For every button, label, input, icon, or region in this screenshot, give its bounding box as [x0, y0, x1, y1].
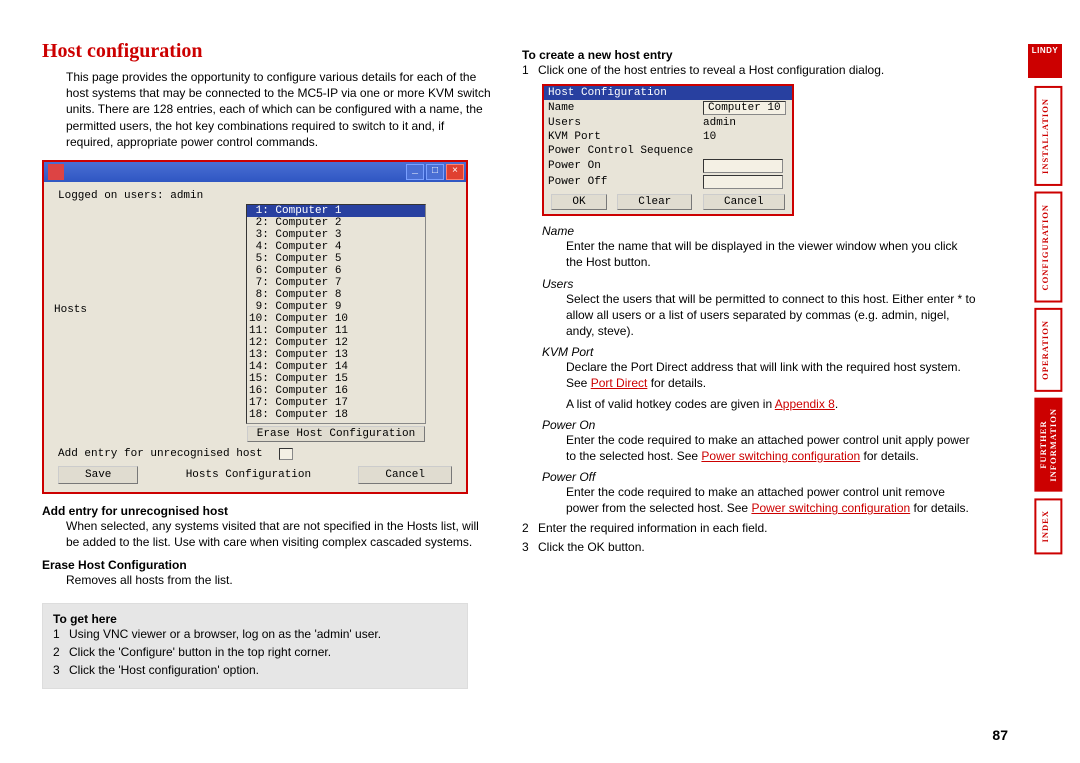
help-name-body: Enter the name that will be displayed in…: [566, 238, 977, 270]
field-label-kvm: KVM Port: [548, 131, 703, 143]
help-users-body: Select the users that will be permitted …: [566, 291, 977, 340]
page-title: Host configuration: [42, 40, 492, 63]
hosts-list-item[interactable]: 6: Computer 6: [247, 265, 425, 277]
hosts-list-item[interactable]: 1: Computer 1: [247, 205, 425, 217]
nav-tab-further-information[interactable]: FURTHERINFORMATION: [1034, 398, 1062, 492]
hosts-list-item[interactable]: 14: Computer 14: [247, 361, 425, 373]
to-get-here-steps: 1Using VNC viewer or a browser, log on a…: [53, 626, 457, 679]
power-on-input[interactable]: [703, 159, 783, 173]
create-step-2: 2Enter the required information in each …: [522, 520, 977, 536]
power-switching-link-2[interactable]: Power switching configuration: [751, 501, 910, 515]
side-navigation: INSTALLATION CONFIGURATION OPERATION FUR…: [1034, 86, 1062, 554]
field-label-power-off: Power Off: [548, 176, 703, 188]
gethere-step: 1Using VNC viewer or a browser, log on a…: [53, 626, 457, 642]
hosts-list-item[interactable]: 15: Computer 15: [247, 373, 425, 385]
help-kvm-label: KVM Port: [542, 345, 977, 359]
cancel-dialog-button[interactable]: Cancel: [703, 194, 785, 210]
erase-body: Removes all hosts from the list.: [66, 572, 492, 588]
logged-users-label: Logged on users: admin: [58, 190, 456, 202]
hosts-label: Hosts: [54, 204, 164, 316]
field-label-name: Name: [548, 102, 703, 114]
clear-button[interactable]: Clear: [617, 194, 692, 210]
to-get-here-heading: To get here: [53, 612, 457, 626]
cancel-button[interactable]: Cancel: [358, 466, 452, 484]
hosts-list-item[interactable]: 9: Computer 9: [247, 301, 425, 313]
dialog-title: Host Configuration: [544, 86, 792, 100]
help-kvm-body-2: A list of valid hotkey codes are given i…: [566, 396, 977, 412]
hosts-config-label: Hosts Configuration: [186, 469, 311, 481]
nav-tab-operation[interactable]: OPERATION: [1034, 308, 1062, 392]
field-label-power-on: Power On: [548, 160, 703, 172]
close-icon[interactable]: ×: [446, 164, 464, 180]
hosts-list-item[interactable]: 18: Computer 18: [247, 409, 425, 421]
power-off-input[interactable]: [703, 175, 783, 189]
name-input[interactable]: Computer 10: [703, 101, 786, 115]
field-label-power-seq: Power Control Sequence: [548, 145, 693, 157]
help-power-on-body: Enter the code required to make an attac…: [566, 432, 977, 464]
port-direct-link[interactable]: Port Direct: [591, 376, 648, 390]
host-config-dialog: Host Configuration Name Computer 10 User…: [542, 84, 794, 216]
gethere-step: 3Click the 'Host configuration' option.: [53, 662, 457, 678]
create-step-3: 3Click the OK button.: [522, 539, 977, 555]
help-users-label: Users: [542, 277, 977, 291]
kvm-value: 10: [703, 131, 716, 143]
users-value: admin: [703, 117, 736, 129]
add-entry-label: Add entry for unrecognised host: [58, 448, 263, 460]
add-entry-body: When selected, any systems visited that …: [66, 518, 492, 550]
hosts-listbox[interactable]: 1: Computer 1 2: Computer 2 3: Computer …: [246, 204, 426, 424]
app-icon: [48, 164, 64, 180]
hosts-list-item[interactable]: 8: Computer 8: [247, 289, 425, 301]
hosts-list-item[interactable]: 10: Computer 10: [247, 313, 425, 325]
erase-heading: Erase Host Configuration: [42, 558, 492, 572]
add-entry-heading: Add entry for unrecognised host: [42, 504, 492, 518]
create-host-heading: To create a new host entry: [522, 48, 977, 62]
gethere-step: 2Click the 'Configure' button in the top…: [53, 644, 457, 660]
help-power-off-body: Enter the code required to make an attac…: [566, 484, 977, 516]
hosts-list-item[interactable]: 5: Computer 5: [247, 253, 425, 265]
power-switching-link-1[interactable]: Power switching configuration: [701, 449, 860, 463]
window-titlebar: _ □ ×: [44, 162, 466, 182]
hosts-list-item[interactable]: 4: Computer 4: [247, 241, 425, 253]
save-button[interactable]: Save: [58, 466, 138, 484]
hosts-list-item[interactable]: 3: Computer 3: [247, 229, 425, 241]
add-entry-checkbox[interactable]: [279, 448, 293, 460]
hosts-list-item[interactable]: 16: Computer 16: [247, 385, 425, 397]
help-kvm-body: Declare the Port Direct address that wil…: [566, 359, 977, 391]
hosts-window: _ □ × Logged on users: admin Hosts 1: Co…: [42, 160, 468, 494]
page-number: 87: [992, 727, 1008, 743]
nav-tab-installation[interactable]: INSTALLATION: [1034, 86, 1062, 186]
hosts-list-item[interactable]: 7: Computer 7: [247, 277, 425, 289]
intro-paragraph: This page provides the opportunity to co…: [66, 69, 492, 150]
nav-tab-configuration[interactable]: CONFIGURATION: [1034, 192, 1062, 303]
hosts-list-item[interactable]: 17: Computer 17: [247, 397, 425, 409]
maximize-icon[interactable]: □: [426, 164, 444, 180]
to-get-here-box: To get here 1Using VNC viewer or a brows…: [42, 603, 468, 690]
erase-host-config-button[interactable]: Erase Host Configuration: [247, 426, 425, 442]
nav-tab-index[interactable]: INDEX: [1034, 498, 1062, 554]
field-label-users: Users: [548, 117, 703, 129]
lindy-logo: LINDY: [1028, 44, 1062, 78]
help-power-off-label: Power Off: [542, 470, 977, 484]
hosts-list-item[interactable]: 11: Computer 11: [247, 325, 425, 337]
ok-button[interactable]: OK: [551, 194, 606, 210]
help-power-on-label: Power On: [542, 418, 977, 432]
hosts-list-item[interactable]: 2: Computer 2: [247, 217, 425, 229]
minimize-icon[interactable]: _: [406, 164, 424, 180]
help-name-label: Name: [542, 224, 977, 238]
hosts-list-item[interactable]: 13: Computer 13: [247, 349, 425, 361]
hosts-list-item[interactable]: 12: Computer 12: [247, 337, 425, 349]
create-step-1: 1Click one of the host entries to reveal…: [522, 62, 977, 78]
appendix-8-link[interactable]: Appendix 8: [775, 397, 835, 411]
